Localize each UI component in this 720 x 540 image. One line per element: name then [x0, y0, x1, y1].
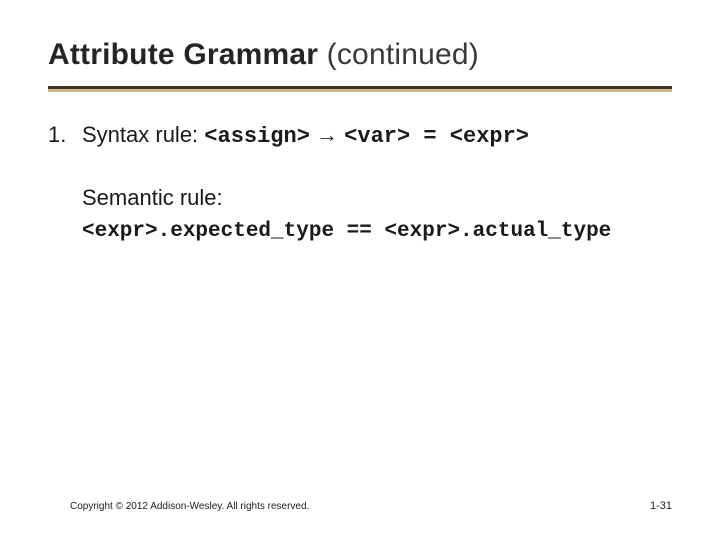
slide-title: Attribute Grammar (continued): [48, 38, 479, 71]
slide-body: 1. Syntax rule: <assign> → <var> = <expr…: [48, 118, 672, 248]
list-item: 1. Syntax rule: <assign> → <var> = <expr…: [48, 118, 672, 153]
syntax-rule-line: Syntax rule: <assign> → <var> = <expr>: [82, 118, 529, 153]
title-suffix: (continued): [327, 38, 479, 71]
title-main: Attribute Grammar: [48, 38, 318, 71]
footer-page-number: 1-31: [650, 500, 672, 512]
title-rule-light: [48, 89, 672, 92]
production-lhs: <assign>: [204, 124, 310, 149]
footer-copyright: Copyright © 2012 Addison-Wesley. All rig…: [70, 501, 309, 512]
semantic-rule-label: Semantic rule:: [82, 181, 672, 214]
semantic-rule-expr: <expr>.expected_type == <expr>.actual_ty…: [82, 216, 672, 248]
item-number: 1.: [48, 118, 72, 153]
syntax-rule-label: Syntax rule:: [82, 122, 198, 147]
slide: Attribute Grammar (continued) 1. Syntax …: [0, 0, 720, 540]
production-rhs: <var> = <expr>: [344, 124, 529, 149]
arrow-icon: →: [316, 122, 338, 147]
